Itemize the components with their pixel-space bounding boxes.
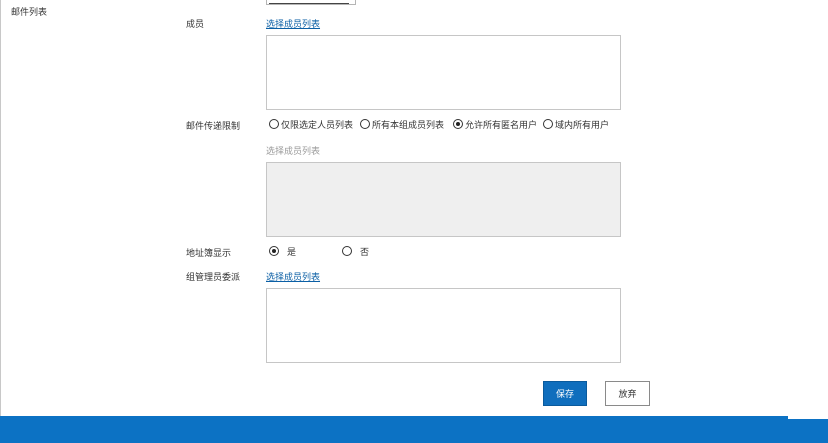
radio-icon[interactable]: [360, 119, 371, 129]
save-button[interactable]: 保存: [543, 381, 587, 406]
delivery-option-all-group-members[interactable]: 所有本组成员列表: [360, 118, 444, 131]
delivery-option-label: 域内所有用户: [555, 120, 610, 131]
delivery-option-label: 允许所有匿名用户: [465, 120, 538, 131]
address-book-options: 是 否: [269, 245, 369, 258]
group-admin-textbox[interactable]: [266, 288, 621, 363]
left-border: [0, 0, 1, 416]
address-book-no-label: 否: [360, 247, 370, 258]
address-book-yes-label: 是: [287, 247, 297, 258]
delivery-option-domain-users[interactable]: 域内所有用户: [543, 118, 609, 131]
delivery-restriction-label: 邮件传递限制: [186, 122, 241, 132]
address-book-label: 地址簿显示: [186, 249, 232, 259]
delivery-members-textbox: [266, 162, 621, 237]
section-title: 邮件列表: [11, 8, 48, 18]
delivery-select-label-disabled: 选择成员列表: [266, 147, 321, 157]
delivery-option-label: 所有本组成员列表: [372, 120, 445, 131]
members-textbox[interactable]: [266, 35, 621, 110]
address-book-no[interactable]: 否: [342, 245, 369, 258]
radio-icon[interactable]: [269, 119, 279, 129]
delivery-option-label: 仅限选定人员列表: [281, 120, 354, 131]
discard-button[interactable]: 放弃: [605, 381, 650, 406]
members-label: 成员: [186, 20, 205, 30]
radio-checked-icon[interactable]: [453, 119, 464, 129]
bottom-bar-corner: [788, 416, 828, 419]
bottom-bar: [0, 416, 828, 443]
group-admin-select-link[interactable]: 选择成员列表: [266, 270, 320, 283]
radio-icon[interactable]: [543, 119, 554, 129]
mail-list-settings-page: 邮件列表 成员 选择成员列表 邮件传递限制 仅限选定人员列表 所有本组成员列表 …: [0, 0, 828, 443]
delivery-restriction-options: 仅限选定人员列表 所有本组成员列表 允许所有匿名用户 域内所有用户: [269, 118, 609, 131]
radio-checked-icon[interactable]: [269, 246, 279, 256]
delivery-option-anonymous[interactable]: 允许所有匿名用户: [453, 118, 537, 131]
delivery-option-selected-people[interactable]: 仅限选定人员列表: [269, 118, 353, 131]
radio-icon[interactable]: [342, 246, 353, 256]
address-book-yes[interactable]: 是: [269, 245, 296, 258]
members-select-link[interactable]: 选择成员列表: [266, 17, 320, 30]
group-admin-label: 组管理员委派: [186, 273, 241, 283]
top-input-field[interactable]: [266, 0, 356, 5]
